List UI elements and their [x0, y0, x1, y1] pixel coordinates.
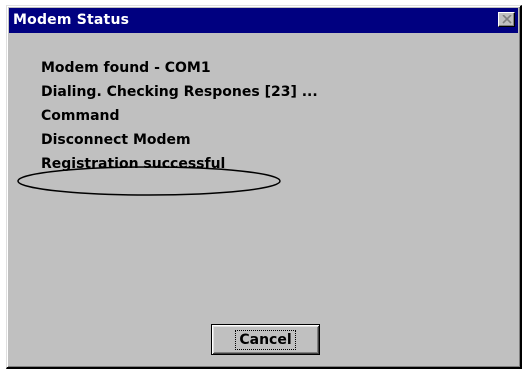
status-line-dialing: Dialing. Checking Respones [23] ...: [41, 84, 318, 100]
status-line-disconnect: Disconnect Modem: [41, 132, 191, 148]
modem-status-dialog: Modem Status Modem found - COM1 Dialing.…: [6, 5, 522, 369]
title-bar[interactable]: Modem Status: [9, 8, 518, 33]
cancel-button-label: Cancel: [235, 329, 296, 350]
close-x-icon: [502, 15, 512, 24]
status-log: Modem found - COM1 Dialing. Checking Res…: [41, 56, 318, 176]
cancel-button[interactable]: Cancel: [211, 324, 320, 355]
window-title: Modem Status: [13, 12, 130, 28]
status-line-command: Command: [41, 108, 120, 124]
highlight-ellipse-annotation: [17, 166, 281, 196]
close-button[interactable]: [498, 12, 515, 27]
status-line-modem-found: Modem found - COM1: [41, 60, 211, 76]
